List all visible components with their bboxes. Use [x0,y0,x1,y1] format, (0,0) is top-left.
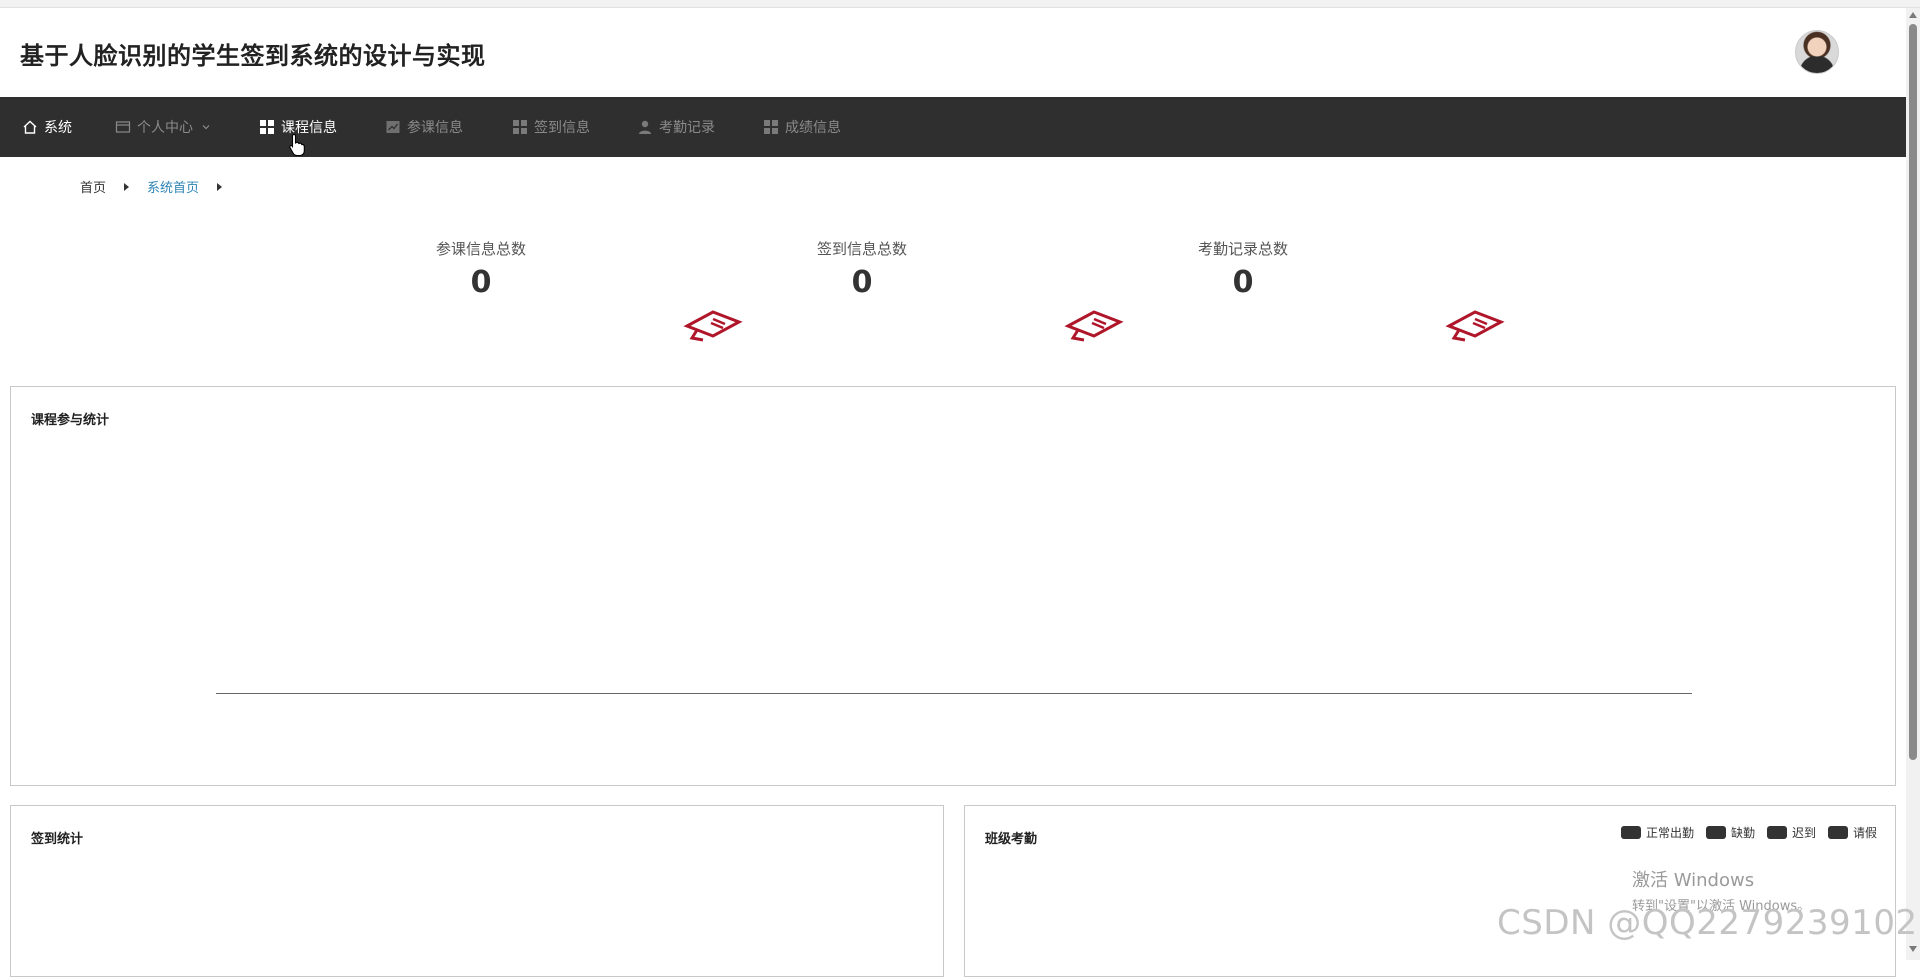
legend-swatch [1766,826,1787,839]
legend-label: 迟到 [1791,826,1816,840]
nav-item-personal-center[interactable]: 个人中心 [115,97,211,157]
grid-icon [763,119,779,135]
panel-title: 签到统计 [31,832,84,847]
legend-item-leave[interactable]: 请假 [1827,824,1877,841]
legend-swatch [1620,826,1641,839]
nav-item-system[interactable]: 系统 [22,97,72,157]
legend-item-normal[interactable]: 正常出勤 [1620,824,1694,841]
nav-item-label: 签到信息 [534,120,590,136]
panel-title: 班级考勤 [985,832,1038,847]
scroll-up-arrow-icon[interactable] [1909,12,1917,18]
app-title: 基于人脸识别的学生签到系统的设计与实现 [20,42,486,70]
stat-value: 0 [851,265,873,300]
nav-item-attendance-records[interactable]: 考勤记录 [637,97,715,157]
stat-label: 考勤记录总数 [1197,240,1288,258]
legend-label: 缺勤 [1730,826,1755,840]
grid-icon [512,119,528,135]
scrollbar-thumb[interactable] [1909,24,1917,760]
stat-card-checkin-info: 签到信息总数 0 [762,238,962,300]
legend-item-absent[interactable]: 缺勤 [1705,824,1755,841]
main-navbar: 系统 个人中心 课程信息 参课信息 签到信息 考勤记录 成绩信息 [0,97,1906,157]
chart-legend: 正常出勤 缺勤 迟到 请假 [1609,824,1877,841]
windows-activation-title: 激活 Windows [1632,870,1755,891]
legend-label: 正常出勤 [1645,826,1694,840]
hand-cursor-icon [288,133,306,161]
user-icon [637,119,653,135]
user-avatar[interactable] [1795,30,1839,74]
legend-swatch [1827,826,1848,839]
ticket-icon [1064,310,1124,342]
grid-icon [259,119,275,135]
stat-value: 0 [1232,265,1254,300]
chart-icon [385,119,401,135]
checkin-stats-panel: 签到统计 [10,805,944,977]
stat-card-attendance-records: 考勤记录总数 0 [1143,238,1343,300]
stat-label: 参课信息总数 [435,240,526,258]
stat-card-attendance-info: 参课信息总数 0 [381,238,581,300]
nav-item-grade-info[interactable]: 成绩信息 [763,97,841,157]
stat-value: 0 [470,265,492,300]
nav-item-checkin-info[interactable]: 签到信息 [512,97,590,157]
legend-item-late[interactable]: 迟到 [1766,824,1816,841]
nav-item-label: 成绩信息 [785,120,841,136]
stat-label: 签到信息总数 [816,240,907,258]
chevron-down-icon [201,122,211,132]
breadcrumb: 首页 系统首页 [80,177,240,196]
breadcrumb-home-link[interactable]: 首页 [80,177,106,196]
ticket-icon [1445,310,1505,342]
page-scrollbar[interactable] [1906,8,1920,960]
scroll-down-arrow-icon[interactable] [1909,946,1917,952]
legend-label: 请假 [1852,826,1877,840]
id-card-icon [115,119,131,135]
panel-title: 课程参与统计 [31,413,110,428]
chart-x-axis [216,693,1692,694]
ticket-icon [683,310,743,342]
csdn-watermark: CSDN @QQ2279239102 [1497,903,1918,943]
legend-swatch [1705,826,1726,839]
nav-item-label: 个人中心 [137,120,193,136]
chevron-right-icon [217,182,223,191]
nav-item-attendance-info[interactable]: 参课信息 [385,97,463,157]
page-header: 基于人脸识别的学生签到系统的设计与实现 [0,8,1906,96]
nav-item-label: 系统 [44,120,72,136]
window-top-edge [0,0,1920,8]
nav-item-label: 参课信息 [407,120,463,136]
chevron-right-icon [124,182,130,191]
course-participation-panel: 课程参与统计 [10,386,1896,786]
breadcrumb-current[interactable]: 系统首页 [147,177,199,196]
nav-item-label: 考勤记录 [659,120,715,136]
home-icon [22,119,38,135]
